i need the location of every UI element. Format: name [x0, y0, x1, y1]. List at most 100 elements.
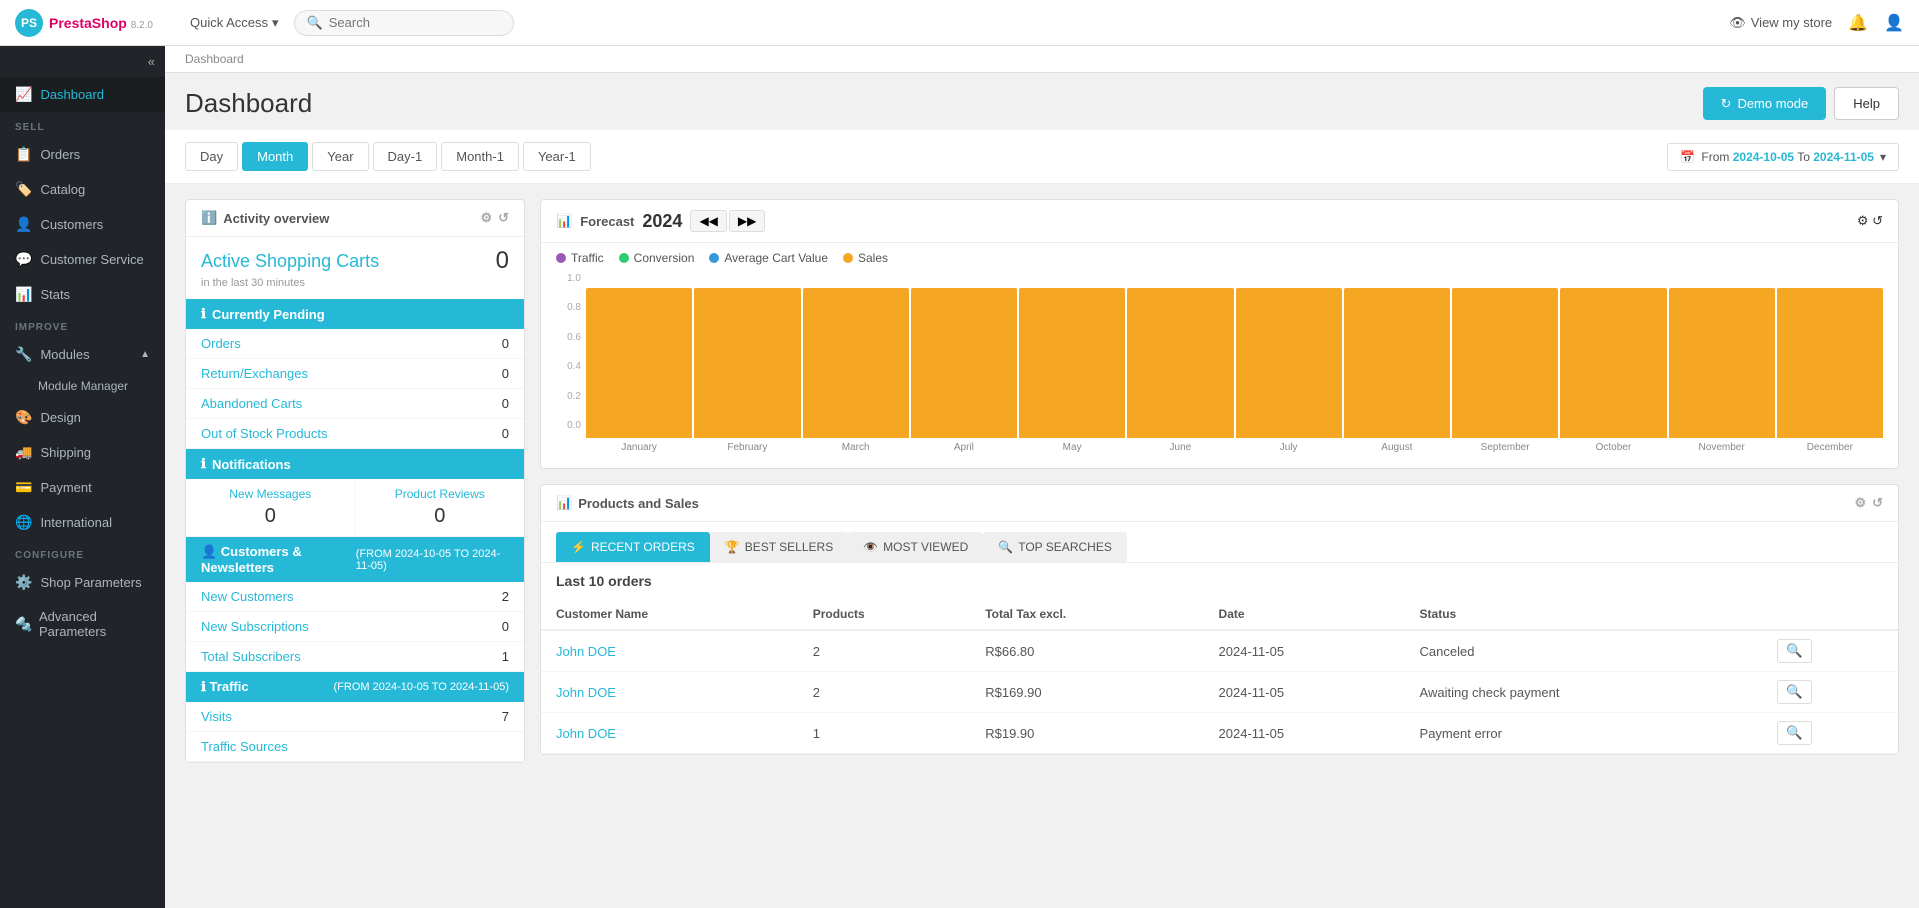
order-view-button[interactable]: 🔍 [1777, 721, 1812, 745]
filter-tab-month[interactable]: Month [242, 142, 308, 171]
bar-group-february: February [694, 288, 800, 453]
order-status: Awaiting check payment [1405, 672, 1763, 713]
bell-icon[interactable]: 🔔 [1848, 13, 1868, 33]
bar-group-july: July [1236, 288, 1342, 453]
customer-service-icon: 💬 [15, 251, 32, 268]
notifications-bar: ℹ Notifications [186, 449, 524, 479]
returns-link[interactable]: Return/Exchanges [201, 366, 308, 381]
search-box[interactable]: 🔍 [294, 10, 514, 36]
order-status: Payment error [1405, 713, 1763, 754]
sidebar-item-advanced-parameters[interactable]: 🔩 Advanced Parameters [0, 600, 165, 648]
customer-link[interactable]: John DOE [556, 726, 616, 741]
date-range-picker[interactable]: 📅 From 2024-10-05 To 2024-11-05 ▾ [1667, 143, 1899, 171]
sidebar-item-orders[interactable]: 📋 Orders [0, 137, 165, 172]
sidebar-item-payment[interactable]: 💳 Payment [0, 470, 165, 505]
refresh-icon[interactable]: ↺ [498, 210, 509, 226]
carts-link[interactable]: Abandoned Carts [201, 396, 302, 411]
user-icon[interactable]: 👤 [1884, 13, 1904, 33]
order-customer: John DOE [541, 630, 798, 672]
order-view-button[interactable]: 🔍 [1777, 639, 1812, 663]
products-chart-icon: 📊 [556, 495, 572, 511]
sidebar-item-shipping[interactable]: 🚚 Shipping [0, 435, 165, 470]
legend-avg-cart[interactable]: Average Cart Value [709, 251, 828, 265]
order-total: R$66.80 [970, 630, 1203, 672]
avg-cart-dot [709, 253, 719, 263]
sidebar-item-customer-service[interactable]: 💬 Customer Service [0, 242, 165, 277]
forecast-refresh-icon[interactable]: ↺ [1872, 213, 1883, 228]
tab-best-sellers[interactable]: 🏆 BEST SELLERS [710, 532, 848, 562]
new-messages-link[interactable]: New Messages [201, 487, 340, 501]
order-action: 🔍 [1762, 713, 1898, 754]
search-input[interactable] [329, 15, 501, 30]
legend-sales[interactable]: Sales [843, 251, 888, 265]
tab-top-searches[interactable]: 🔍 TOP SEARCHES [983, 532, 1127, 562]
breadcrumb: Dashboard [165, 46, 1919, 73]
visits-count: 7 [502, 709, 509, 724]
tab-recent-orders[interactable]: ⚡ RECENT ORDERS [556, 532, 710, 562]
sidebar-section-improve: IMPROVE [0, 312, 165, 337]
sidebar-item-modules[interactable]: 🔧 Modules ▲ [0, 337, 165, 372]
new-subscriptions-count: 0 [502, 619, 509, 634]
demo-mode-button[interactable]: ↻ Demo mode [1703, 87, 1827, 120]
help-button[interactable]: Help [1834, 87, 1899, 120]
filter-tab-day[interactable]: Day [185, 142, 238, 171]
active-carts-subtitle: in the last 30 minutes [186, 275, 524, 299]
bar-group-may: May [1019, 288, 1125, 453]
legend-traffic[interactable]: Traffic [556, 251, 604, 265]
legend-conversion[interactable]: Conversion [619, 251, 695, 265]
visits-link[interactable]: Visits [201, 709, 232, 724]
customer-link[interactable]: John DOE [556, 685, 616, 700]
bar-march [803, 288, 909, 438]
product-reviews-link[interactable]: Product Reviews [371, 487, 510, 501]
order-customer: John DOE [541, 713, 798, 754]
total-subscribers-link[interactable]: Total Subscribers [201, 649, 301, 664]
products-sales-header: 📊 Products and Sales ⚙ ↺ [541, 485, 1898, 522]
bar-label-september: September [1481, 442, 1530, 453]
sidebar-toggle[interactable]: « [0, 46, 165, 77]
new-customers-count: 2 [502, 589, 509, 604]
quick-access-button[interactable]: Quick Access ▾ [190, 15, 279, 31]
sidebar-item-design[interactable]: 🎨 Design [0, 400, 165, 435]
sidebar: « 📈 Dashboard SELL 📋 Orders 🏷️ Catalog 👤… [0, 46, 165, 908]
products-settings-icon[interactable]: ⚙ [1854, 495, 1866, 511]
forecast-settings-icon[interactable]: ⚙ [1857, 213, 1869, 228]
filter-tab-year-1[interactable]: Year-1 [523, 142, 591, 171]
traffic-sources-link[interactable]: Traffic Sources [201, 739, 288, 754]
order-view-button[interactable]: 🔍 [1777, 680, 1812, 704]
col-total: Total Tax excl. [970, 599, 1203, 630]
next-year-button[interactable]: ▶▶ [729, 210, 765, 232]
view-store-link[interactable]: 👁 View my store [1729, 15, 1832, 31]
sidebar-item-catalog[interactable]: 🏷️ Catalog [0, 172, 165, 207]
filter-tab-year[interactable]: Year [312, 142, 368, 171]
new-customers-link[interactable]: New Customers [201, 589, 293, 604]
sidebar-item-label: Modules [40, 347, 89, 362]
new-subscriptions-link[interactable]: New Subscriptions [201, 619, 309, 634]
tab-most-viewed[interactable]: 👁️ MOST VIEWED [848, 532, 983, 562]
sidebar-item-shop-parameters[interactable]: ⚙️ Shop Parameters [0, 565, 165, 600]
sidebar-item-customers[interactable]: 👤 Customers [0, 207, 165, 242]
orders-table: Customer Name Products Total Tax excl. D… [541, 599, 1898, 754]
calendar-icon: 📅 [1680, 150, 1695, 164]
bar-label-april: April [954, 442, 974, 453]
shipping-icon: 🚚 [15, 444, 32, 461]
settings-icon[interactable]: ⚙ [480, 210, 492, 226]
chart-icon: 📊 [556, 213, 572, 229]
stock-link[interactable]: Out of Stock Products [201, 426, 327, 441]
sidebar-item-stats[interactable]: 📊 Stats [0, 277, 165, 312]
prev-year-button[interactable]: ◀◀ [690, 210, 726, 232]
sidebar-item-module-manager[interactable]: Module Manager [0, 372, 165, 400]
order-date: 2024-11-05 [1204, 672, 1405, 713]
header-buttons: ↻ Demo mode Help [1703, 87, 1899, 120]
orders-link[interactable]: Orders [201, 336, 241, 351]
customer-link[interactable]: John DOE [556, 644, 616, 659]
sidebar-item-dashboard[interactable]: 📈 Dashboard [0, 77, 165, 112]
products-refresh-icon[interactable]: ↺ [1872, 495, 1883, 511]
activity-overview-header: ℹ️ Activity overview ⚙ ↺ [186, 200, 524, 237]
sidebar-item-international[interactable]: 🌐 International [0, 505, 165, 540]
filter-tab-day-1[interactable]: Day-1 [373, 142, 438, 171]
filter-tab-month-1[interactable]: Month-1 [441, 142, 519, 171]
bar-june [1127, 288, 1233, 438]
order-action: 🔍 [1762, 672, 1898, 713]
chart-container: 1.0 0.8 0.6 0.4 0.2 0.0 JanuaryFebruaryM… [541, 273, 1898, 468]
traffic-sources-row: Traffic Sources [186, 732, 524, 762]
